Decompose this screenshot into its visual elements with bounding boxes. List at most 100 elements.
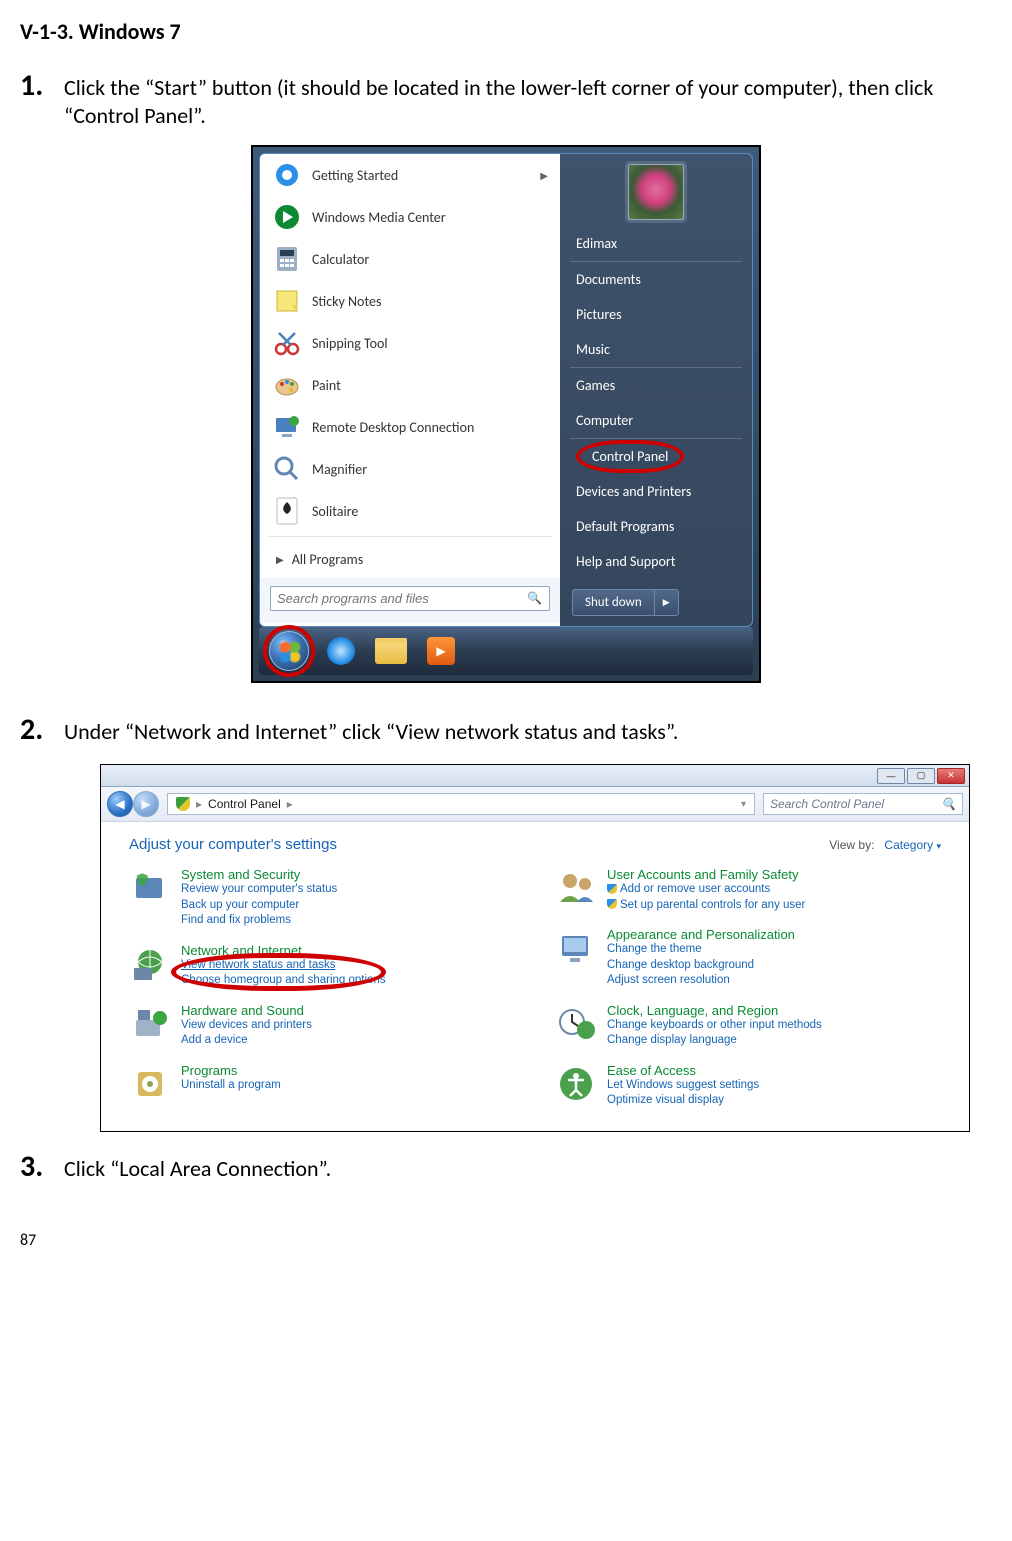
taskbar-media-player-icon[interactable]: ▶	[423, 635, 459, 667]
cat-link[interactable]: Change desktop background	[607, 958, 795, 974]
cat-appearance: Appearance and Personalization Change th…	[555, 927, 941, 989]
close-button[interactable]: ✕	[937, 768, 965, 784]
getting-started-icon	[272, 160, 302, 190]
cat-link[interactable]: Add a device	[181, 1033, 312, 1049]
remote-desktop-icon	[272, 412, 302, 442]
cat-link[interactable]: Let Windows suggest settings	[607, 1078, 759, 1094]
cat-title[interactable]: Programs	[181, 1063, 281, 1078]
right-item-computer[interactable]: Computer	[560, 403, 752, 438]
taskbar-explorer-icon[interactable]	[373, 635, 409, 667]
right-item-games[interactable]: Games	[560, 368, 752, 403]
cat-link[interactable]: Back up your computer	[181, 898, 337, 914]
cat-link[interactable]: View devices and printers	[181, 1018, 312, 1034]
page-number: 87	[20, 1231, 992, 1250]
menu-item-magnifier[interactable]: Magnifier	[260, 448, 560, 490]
step-3: 3. Click “Local Area Connection”.	[20, 1148, 992, 1185]
step-number: 2.	[20, 711, 60, 748]
cat-link[interactable]: Adjust screen resolution	[607, 973, 795, 989]
programs-icon	[129, 1063, 171, 1105]
cat-link[interactable]: Uninstall a program	[181, 1078, 281, 1094]
search-icon: 🔍	[941, 797, 956, 811]
view-by[interactable]: View by: Category ▾	[829, 838, 941, 852]
cat-title[interactable]: Appearance and Personalization	[607, 927, 795, 942]
menu-label: Solitaire	[312, 503, 548, 520]
user-avatar[interactable]	[628, 164, 684, 220]
right-item-documents[interactable]: Documents	[560, 262, 752, 297]
cat-title[interactable]: User Accounts and Family Safety	[607, 867, 805, 882]
cat-link[interactable]: Choose homegroup and sharing options	[181, 973, 386, 989]
menu-item-sticky-notes[interactable]: Sticky Notes	[260, 280, 560, 322]
cat-link[interactable]: Change keyboards or other input methods	[607, 1018, 822, 1034]
search-row: 🔍	[260, 578, 560, 623]
menu-label: Getting Started	[312, 167, 530, 184]
chevron-down-icon: ▾	[936, 841, 941, 851]
search-input[interactable]	[270, 586, 550, 611]
forward-button[interactable]: ▶	[133, 791, 159, 817]
right-item-help-support[interactable]: Help and Support	[560, 544, 752, 579]
shutdown-button[interactable]: Shut down ▶	[572, 589, 679, 616]
cat-link[interactable]: Review your computer's status	[181, 882, 337, 898]
category-grid: System and Security Review your computer…	[129, 867, 941, 1109]
cat-title[interactable]: Network and Internet	[181, 943, 386, 958]
shield-icon	[607, 899, 617, 909]
cat-system-security: System and Security Review your computer…	[129, 867, 515, 929]
calculator-icon	[272, 244, 302, 274]
menu-label: Snipping Tool	[312, 335, 548, 352]
cat-user-accounts: User Accounts and Family Safety Add or r…	[555, 867, 941, 913]
right-item-control-panel[interactable]: Control Panel	[560, 439, 752, 474]
shutdown-row: Shut down ▶	[560, 579, 752, 616]
cat-title[interactable]: Clock, Language, and Region	[607, 1003, 822, 1018]
avatar-box	[560, 154, 752, 226]
figure-start-menu: Getting Started ▶ Windows Media Center C…	[251, 145, 761, 683]
cat-title[interactable]: Hardware and Sound	[181, 1003, 312, 1018]
menu-item-remote-desktop[interactable]: Remote Desktop Connection	[260, 406, 560, 448]
solitaire-icon	[272, 496, 302, 526]
nav-buttons: ◀ ▶	[107, 791, 159, 817]
maximize-button[interactable]: ▢	[907, 768, 935, 784]
hardware-sound-icon	[129, 1003, 171, 1045]
all-programs-label: All Programs	[292, 551, 364, 568]
taskbar-ie-icon[interactable]	[323, 635, 359, 667]
right-item-user[interactable]: Edimax	[560, 226, 752, 261]
back-button[interactable]: ◀	[107, 791, 133, 817]
dropdown-icon[interactable]: ▾	[741, 799, 746, 810]
cat-hardware-sound: Hardware and Sound View devices and prin…	[129, 1003, 515, 1049]
cat-title[interactable]: System and Security	[181, 867, 337, 882]
menu-item-paint[interactable]: Paint	[260, 364, 560, 406]
right-item-devices-printers[interactable]: Devices and Printers	[560, 474, 752, 509]
menu-item-getting-started[interactable]: Getting Started ▶	[260, 154, 560, 196]
step-text: Click the “Start” button (it should be l…	[60, 72, 992, 129]
breadcrumb-bar[interactable]: ▸ Control Panel ▸ ▾	[167, 793, 755, 815]
chevron-right-icon[interactable]: ▶	[654, 590, 678, 615]
minimize-button[interactable]: —	[877, 768, 905, 784]
start-menu: Getting Started ▶ Windows Media Center C…	[259, 153, 753, 627]
menu-label: Paint	[312, 377, 548, 394]
cat-programs: Programs Uninstall a program	[129, 1063, 515, 1105]
snipping-tool-icon	[272, 328, 302, 358]
view-by-value: Category	[884, 838, 933, 852]
right-item-pictures[interactable]: Pictures	[560, 297, 752, 332]
menu-label: Remote Desktop Connection	[312, 419, 548, 436]
right-item-music[interactable]: Music	[560, 332, 752, 367]
category-column-left: System and Security Review your computer…	[129, 867, 515, 1109]
menu-item-snipping-tool[interactable]: Snipping Tool	[260, 322, 560, 364]
cat-link[interactable]: Set up parental controls for any user	[607, 898, 805, 914]
window-titlebar: — ▢ ✕	[101, 765, 969, 787]
system-security-icon	[129, 867, 171, 909]
cat-link[interactable]: View network status and tasks	[181, 958, 386, 974]
menu-item-media-center[interactable]: Windows Media Center	[260, 196, 560, 238]
cat-link[interactable]: Change display language	[607, 1033, 822, 1049]
cat-link[interactable]: Change the theme	[607, 942, 795, 958]
cat-link[interactable]: Add or remove user accounts	[607, 882, 805, 898]
view-by-label: View by:	[829, 838, 874, 852]
cat-link[interactable]: Optimize visual display	[607, 1093, 759, 1109]
media-center-icon	[272, 202, 302, 232]
menu-item-solitaire[interactable]: Solitaire	[260, 490, 560, 532]
cat-link[interactable]: Find and fix problems	[181, 913, 337, 929]
search-icon: 🔍	[527, 591, 542, 606]
right-item-default-programs[interactable]: Default Programs	[560, 509, 752, 544]
cat-title[interactable]: Ease of Access	[607, 1063, 759, 1078]
menu-item-calculator[interactable]: Calculator	[260, 238, 560, 280]
search-control-panel[interactable]: Search Control Panel 🔍	[763, 793, 963, 815]
all-programs[interactable]: ▶ All Programs	[260, 541, 560, 578]
